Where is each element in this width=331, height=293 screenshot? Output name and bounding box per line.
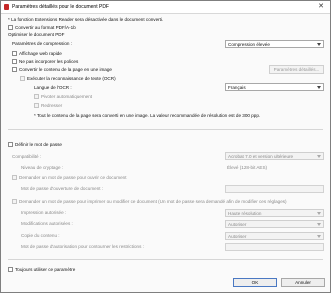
reader-extensions-notice: * La fonction Extensions Reader sera dés… [8, 17, 164, 22]
open-password-checkbox[interactable] [12, 175, 17, 180]
open-password-check-label: Demander un mot de passe pour ouvrir ce … [19, 175, 127, 180]
fast-web-checkbox[interactable] [12, 51, 17, 56]
cancel-button[interactable]: Annuler [281, 278, 325, 287]
always-use-label: Toujours utiliser ce paramètre [15, 267, 76, 272]
deskew-checkbox[interactable] [34, 103, 39, 108]
print-allowed-select[interactable]: Haute résolution [225, 209, 324, 217]
ocr-label: Exécuter la reconnaissance de texte (OCR… [27, 76, 116, 81]
dialog-window: Paramètres détaillés pour le document PD… [0, 0, 331, 293]
auto-rotate-label: Pivoter automatiquement [41, 94, 93, 99]
content-copy-value: Autoriser [228, 234, 247, 239]
permissions-password-label: Mot de passe d'autorisation pour contour… [21, 244, 144, 249]
compatibility-label: Compatibilité : [12, 154, 42, 159]
chevron-down-icon [317, 86, 321, 89]
open-password-label: Mot de passe d'ouverture de document : [21, 186, 104, 191]
always-use-checkbox[interactable] [8, 267, 13, 272]
ocr-language-value: Français [228, 85, 246, 90]
encryption-level-value: Élevé (128-bit AES) [227, 165, 268, 170]
open-password-input[interactable] [225, 185, 324, 193]
chevron-down-icon [317, 155, 321, 158]
title-bar: Paramètres détaillés pour le document PD… [1, 1, 330, 14]
chevron-down-icon [317, 235, 321, 238]
auto-rotate-checkbox[interactable] [34, 94, 39, 99]
optimize-heading: Optimiser le document PDF [8, 32, 65, 37]
changes-allowed-label: Modifications autorisées : [21, 221, 73, 226]
compression-select-value: Compression élevée [228, 42, 270, 47]
dialog-title: Paramètres détaillés pour le document PD… [12, 4, 109, 10]
fast-web-label: Affichage web rapide [19, 51, 62, 56]
convert-image-label: Convertir le contenu de la page en une i… [19, 67, 112, 72]
content-copy-select[interactable]: Autoriser [225, 232, 324, 240]
changes-allowed-select[interactable]: Autoriser [225, 220, 324, 228]
pdfa-label: Convertir au format PDF/A-1b [15, 25, 76, 30]
permissions-password-check-label: Demander un mot de passe pour imprimer o… [19, 199, 287, 204]
section-divider [8, 259, 323, 260]
ok-button[interactable]: OK [233, 278, 277, 287]
changes-allowed-value: Autoriser [228, 222, 247, 227]
content-copy-label: Copie du contenu : [21, 233, 60, 238]
acrobat-app-icon [4, 4, 9, 10]
details-settings-button[interactable]: Paramètres détaillés... [269, 65, 324, 74]
ocr-checkbox[interactable] [20, 76, 25, 81]
no-fonts-label: Ne pas incorporer les polices [19, 59, 79, 64]
convert-image-checkbox[interactable] [12, 67, 17, 72]
ocr-language-label: Langue de l'OCR : [34, 85, 72, 90]
compression-select[interactable]: Compression élevée [225, 40, 324, 48]
chevron-down-icon [317, 212, 321, 215]
pdfa-checkbox[interactable] [8, 25, 13, 30]
permissions-password-checkbox[interactable] [12, 199, 17, 204]
print-allowed-value: Haute résolution [228, 211, 262, 216]
image-conversion-note: * Tout le contenu de la page sera conver… [34, 113, 261, 118]
ocr-language-select[interactable]: Français [225, 83, 324, 91]
permissions-password-input[interactable] [225, 243, 324, 251]
deskew-label: Redresser [41, 103, 63, 108]
no-fonts-checkbox[interactable] [12, 59, 17, 64]
chevron-down-icon [317, 43, 321, 46]
compression-label: Paramètres de compression : [12, 41, 72, 46]
chevron-down-icon [317, 223, 321, 226]
compatibility-select[interactable]: Acrobat 7.0 et version ultérieure [225, 152, 324, 160]
set-password-checkbox[interactable] [8, 142, 13, 147]
print-allowed-label: Impression autorisée : [21, 210, 67, 215]
set-password-label: Définir le mot de passe [15, 142, 62, 147]
encryption-level-label: Niveau de cryptage : [21, 165, 64, 170]
compatibility-value: Acrobat 7.0 et version ultérieure [228, 154, 294, 159]
section-divider [8, 129, 323, 130]
close-icon[interactable]: ✕ [314, 2, 328, 12]
